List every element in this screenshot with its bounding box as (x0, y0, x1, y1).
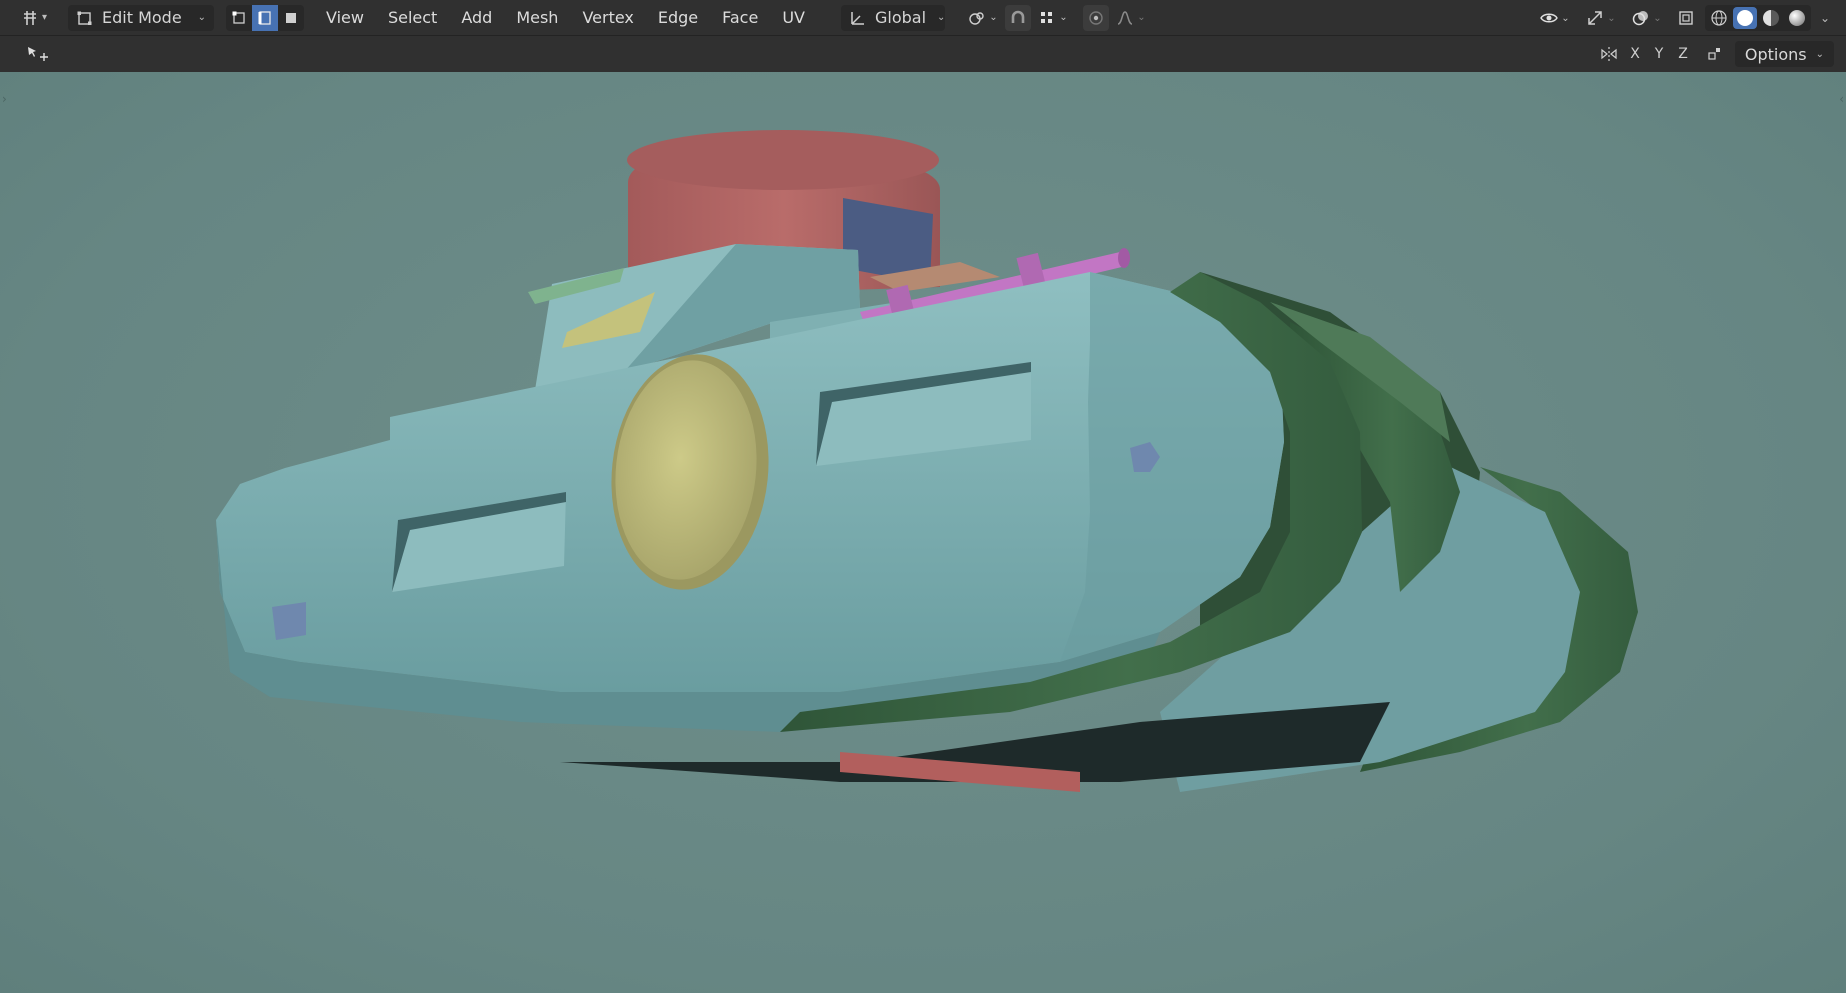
chevron-down-icon: ⌄ (989, 12, 998, 23)
overlays-button[interactable]: ⌄ (1627, 5, 1667, 31)
chevron-down-icon[interactable]: ⌄ (1820, 11, 1830, 25)
solid-shading-button[interactable] (1732, 7, 1757, 29)
header-menus: View Select Add Mesh Vertex Edge Face UV (316, 5, 815, 31)
menu-mesh[interactable]: Mesh (506, 5, 568, 31)
auto-merge-toggle[interactable] (1702, 42, 1728, 66)
chevron-down-icon: ⌄ (1059, 12, 1068, 23)
3d-viewport[interactable]: › ‹ (0, 72, 1846, 993)
chevron-down-icon: ⌄ (1561, 12, 1570, 24)
menu-add[interactable]: Add (451, 5, 502, 31)
viewport-icon (21, 9, 39, 27)
vertex-select-icon (230, 9, 248, 27)
chevron-down-icon: ⌄ (197, 12, 206, 23)
visibility-button[interactable]: ⌄ (1535, 5, 1575, 31)
xray-toggle[interactable] (1673, 5, 1699, 31)
chevron-down-icon: ⌄ (1137, 12, 1146, 23)
mirror-z-toggle[interactable]: Z (1672, 42, 1694, 66)
material-sphere-icon (1762, 10, 1779, 26)
chevron-down-icon: ⌄ (1815, 48, 1824, 60)
mirror-y-toggle[interactable]: Y (1648, 42, 1670, 66)
menu-select[interactable]: Select (378, 5, 447, 31)
edge-select-icon (256, 9, 274, 27)
vertex-select-button[interactable] (226, 5, 252, 31)
pivot-group: ⌄ ⌄ ⌄ (963, 4, 1151, 31)
snap-grid-icon (1038, 9, 1056, 27)
chevron-down-icon: ⌄ (937, 12, 946, 23)
mirror-toggle[interactable] (1596, 42, 1622, 66)
orientation-axes-icon (849, 9, 867, 27)
proportional-edit-toggle[interactable] (1082, 4, 1109, 31)
select-mode-group (226, 4, 304, 31)
transform-tool-button[interactable] (20, 41, 50, 67)
falloff-button[interactable]: ⌄ (1111, 5, 1151, 31)
hull-bolt-front (272, 602, 306, 640)
mirror-icon (1600, 45, 1618, 63)
proportional-edit-icon (1087, 9, 1105, 27)
viewport-header: ▾ Edit Mode ⌄ View Select Add Mesh Verte… (0, 0, 1846, 36)
edge-select-button[interactable] (252, 4, 278, 31)
gizmo-button[interactable]: ⌄ (1581, 5, 1621, 31)
snap-toggle[interactable] (1004, 4, 1031, 31)
menu-vertex[interactable]: Vertex (572, 5, 643, 31)
mode-label: Edit Mode (102, 8, 182, 27)
pivot-icon (968, 9, 986, 27)
orientation-label: Global (874, 8, 927, 27)
editor-type-button[interactable]: ▾ (14, 5, 54, 31)
face-select-button[interactable] (278, 5, 304, 31)
material-shading-button[interactable] (1759, 7, 1783, 29)
viewport-display-controls: ⌄ ⌄ ⌄ ⌄ (1535, 0, 1846, 36)
snap-target-button[interactable]: ⌄ (1033, 5, 1073, 31)
menu-view[interactable]: View (316, 5, 374, 31)
transform-orientation-dropdown[interactable]: Global ⌄ (840, 4, 946, 31)
options-dropdown[interactable]: Options ⌄ (1734, 41, 1834, 67)
chevron-down-icon: ▾ (41, 12, 48, 23)
gizmo-icon (1586, 9, 1604, 27)
tool-settings-bar: X Y Z Options ⌄ (0, 36, 1846, 72)
chevron-down-icon: ⌄ (1607, 12, 1616, 24)
blender-window: ▾ Edit Mode ⌄ View Select Add Mesh Verte… (0, 0, 1846, 993)
face-select-icon (282, 9, 300, 27)
solid-sphere-icon (1736, 10, 1753, 26)
mode-dropdown[interactable]: Edit Mode ⌄ (68, 4, 214, 31)
pivot-point-button[interactable]: ⌄ (963, 5, 1003, 31)
rendered-shading-button[interactable] (1785, 7, 1809, 29)
eye-icon (1540, 9, 1559, 27)
falloff-curve-icon (1116, 9, 1134, 27)
options-label: Options (1744, 44, 1807, 64)
wireframe-sphere-icon (1710, 9, 1728, 27)
rendered-sphere-icon (1788, 10, 1805, 26)
auto-merge-icon (1706, 45, 1724, 63)
menu-face[interactable]: Face (712, 5, 768, 31)
menu-uv[interactable]: UV (772, 5, 815, 31)
mirror-x-toggle[interactable]: X (1624, 42, 1646, 66)
mirror-axis-group: X Y Z (1596, 42, 1728, 66)
overlays-icon (1632, 9, 1650, 27)
wireframe-shading-button[interactable] (1707, 7, 1731, 29)
menu-edge[interactable]: Edge (648, 5, 708, 31)
magnet-icon (1009, 9, 1027, 27)
tank-model (216, 130, 1638, 792)
move-cursor-icon (26, 45, 48, 63)
shading-mode-group (1704, 5, 1811, 31)
chevron-down-icon: ⌄ (1653, 12, 1662, 24)
xray-icon (1677, 9, 1695, 27)
edit-mode-icon (76, 9, 94, 27)
